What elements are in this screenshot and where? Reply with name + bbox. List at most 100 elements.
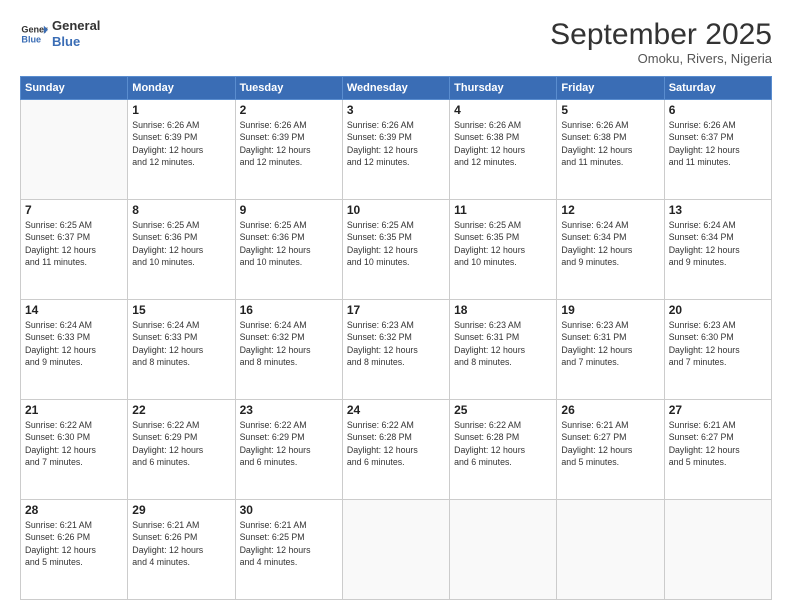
col-header-sunday: Sunday xyxy=(21,77,128,100)
day-number: 19 xyxy=(561,303,659,317)
day-number: 26 xyxy=(561,403,659,417)
day-info: Sunrise: 6:22 AM Sunset: 6:28 PM Dayligh… xyxy=(454,419,552,468)
week-row-2: 7 Sunrise: 6:25 AM Sunset: 6:37 PM Daylig… xyxy=(21,200,772,300)
day-number: 8 xyxy=(132,203,230,217)
day-info: Sunrise: 6:23 AM Sunset: 6:31 PM Dayligh… xyxy=(561,319,659,368)
calendar-cell: 27 Sunrise: 6:21 AM Sunset: 6:27 PM Dayli… xyxy=(664,400,771,500)
day-number: 7 xyxy=(25,203,123,217)
day-number: 16 xyxy=(240,303,338,317)
calendar-cell: 22 Sunrise: 6:22 AM Sunset: 6:29 PM Dayli… xyxy=(128,400,235,500)
calendar-cell: 12Sunrise: 6:24 AM Sunset: 6:34 PM Dayli… xyxy=(557,200,664,300)
day-info: Sunrise: 6:26 AM Sunset: 6:38 PM Dayligh… xyxy=(454,119,552,168)
day-number: 18 xyxy=(454,303,552,317)
day-number: 6 xyxy=(669,103,767,117)
day-info: Sunrise: 6:22 AM Sunset: 6:29 PM Dayligh… xyxy=(132,419,230,468)
day-info: Sunrise: 6:26 AM Sunset: 6:38 PM Dayligh… xyxy=(561,119,659,168)
week-row-5: 28 Sunrise: 6:21 AM Sunset: 6:26 PM Dayli… xyxy=(21,500,772,600)
calendar-cell xyxy=(664,500,771,600)
title-block: September 2025 Omoku, Rivers, Nigeria xyxy=(550,18,772,66)
calendar-cell: 5Sunrise: 6:26 AM Sunset: 6:38 PM Daylig… xyxy=(557,100,664,200)
calendar-cell xyxy=(342,500,449,600)
calendar-table: SundayMondayTuesdayWednesdayThursdayFrid… xyxy=(20,76,772,600)
day-info: Sunrise: 6:21 AM Sunset: 6:27 PM Dayligh… xyxy=(561,419,659,468)
day-info: Sunrise: 6:25 AM Sunset: 6:37 PM Dayligh… xyxy=(25,219,123,268)
calendar-cell: 28 Sunrise: 6:21 AM Sunset: 6:26 PM Dayli… xyxy=(21,500,128,600)
day-info: Sunrise: 6:25 AM Sunset: 6:35 PM Dayligh… xyxy=(347,219,445,268)
day-info: Sunrise: 6:22 AM Sunset: 6:29 PM Dayligh… xyxy=(240,419,338,468)
col-header-monday: Monday xyxy=(128,77,235,100)
day-info: Sunrise: 6:21 AM Sunset: 6:26 PM Dayligh… xyxy=(25,519,123,568)
day-number: 4 xyxy=(454,103,552,117)
day-number: 29 xyxy=(132,503,230,517)
calendar-cell: 10 Sunrise: 6:25 AM Sunset: 6:35 PM Dayli… xyxy=(342,200,449,300)
day-number: 2 xyxy=(240,103,338,117)
calendar-cell: 6 Sunrise: 6:26 AM Sunset: 6:37 PM Daylig… xyxy=(664,100,771,200)
day-number: 28 xyxy=(25,503,123,517)
calendar-cell: 17 Sunrise: 6:23 AM Sunset: 6:32 PM Dayli… xyxy=(342,300,449,400)
day-info: Sunrise: 6:25 AM Sunset: 6:36 PM Dayligh… xyxy=(240,219,338,268)
day-number: 27 xyxy=(669,403,767,417)
day-info: Sunrise: 6:26 AM Sunset: 6:39 PM Dayligh… xyxy=(347,119,445,168)
calendar-cell: 29 Sunrise: 6:21 AM Sunset: 6:26 PM Dayli… xyxy=(128,500,235,600)
calendar-cell: 19 Sunrise: 6:23 AM Sunset: 6:31 PM Dayli… xyxy=(557,300,664,400)
calendar-cell: 21 Sunrise: 6:22 AM Sunset: 6:30 PM Dayli… xyxy=(21,400,128,500)
calendar-cell: 4 Sunrise: 6:26 AM Sunset: 6:38 PM Daylig… xyxy=(450,100,557,200)
calendar-cell: 24 Sunrise: 6:22 AM Sunset: 6:28 PM Dayli… xyxy=(342,400,449,500)
calendar-cell: 23 Sunrise: 6:22 AM Sunset: 6:29 PM Dayli… xyxy=(235,400,342,500)
day-number: 1 xyxy=(132,103,230,117)
day-number: 20 xyxy=(669,303,767,317)
day-info: Sunrise: 6:22 AM Sunset: 6:30 PM Dayligh… xyxy=(25,419,123,468)
calendar-cell: 2 Sunrise: 6:26 AM Sunset: 6:39 PM Daylig… xyxy=(235,100,342,200)
month-title: September 2025 xyxy=(550,18,772,51)
calendar-cell: 7 Sunrise: 6:25 AM Sunset: 6:37 PM Daylig… xyxy=(21,200,128,300)
calendar-cell: 11Sunrise: 6:25 AM Sunset: 6:35 PM Dayli… xyxy=(450,200,557,300)
day-number: 22 xyxy=(132,403,230,417)
calendar-cell xyxy=(557,500,664,600)
day-info: Sunrise: 6:24 AM Sunset: 6:34 PM Dayligh… xyxy=(669,219,767,268)
header: General Blue General Blue September 2025… xyxy=(20,18,772,66)
day-number: 17 xyxy=(347,303,445,317)
day-number: 9 xyxy=(240,203,338,217)
day-info: Sunrise: 6:23 AM Sunset: 6:32 PM Dayligh… xyxy=(347,319,445,368)
day-info: Sunrise: 6:24 AM Sunset: 6:32 PM Dayligh… xyxy=(240,319,338,368)
calendar-cell xyxy=(21,100,128,200)
day-info: Sunrise: 6:23 AM Sunset: 6:30 PM Dayligh… xyxy=(669,319,767,368)
col-header-friday: Friday xyxy=(557,77,664,100)
day-number: 23 xyxy=(240,403,338,417)
week-row-3: 14 Sunrise: 6:24 AM Sunset: 6:33 PM Dayli… xyxy=(21,300,772,400)
day-info: Sunrise: 6:24 AM Sunset: 6:33 PM Dayligh… xyxy=(132,319,230,368)
svg-text:Blue: Blue xyxy=(21,34,41,44)
logo-general: General xyxy=(52,18,100,34)
logo-icon: General Blue xyxy=(20,20,48,48)
day-number: 14 xyxy=(25,303,123,317)
day-number: 10 xyxy=(347,203,445,217)
location-subtitle: Omoku, Rivers, Nigeria xyxy=(550,51,772,66)
col-header-thursday: Thursday xyxy=(450,77,557,100)
calendar-cell: 1Sunrise: 6:26 AM Sunset: 6:39 PM Daylig… xyxy=(128,100,235,200)
logo: General Blue General Blue xyxy=(20,18,100,49)
week-row-4: 21 Sunrise: 6:22 AM Sunset: 6:30 PM Dayli… xyxy=(21,400,772,500)
day-info: Sunrise: 6:26 AM Sunset: 6:37 PM Dayligh… xyxy=(669,119,767,168)
day-number: 3 xyxy=(347,103,445,117)
day-number: 13 xyxy=(669,203,767,217)
calendar-cell: 16 Sunrise: 6:24 AM Sunset: 6:32 PM Dayli… xyxy=(235,300,342,400)
calendar-cell: 20 Sunrise: 6:23 AM Sunset: 6:30 PM Dayli… xyxy=(664,300,771,400)
day-info: Sunrise: 6:25 AM Sunset: 6:36 PM Dayligh… xyxy=(132,219,230,268)
day-number: 21 xyxy=(25,403,123,417)
day-info: Sunrise: 6:26 AM Sunset: 6:39 PM Dayligh… xyxy=(240,119,338,168)
day-info: Sunrise: 6:24 AM Sunset: 6:33 PM Dayligh… xyxy=(25,319,123,368)
day-info: Sunrise: 6:21 AM Sunset: 6:27 PM Dayligh… xyxy=(669,419,767,468)
calendar-cell: 18 Sunrise: 6:23 AM Sunset: 6:31 PM Dayli… xyxy=(450,300,557,400)
day-info: Sunrise: 6:22 AM Sunset: 6:28 PM Dayligh… xyxy=(347,419,445,468)
calendar-cell: 13 Sunrise: 6:24 AM Sunset: 6:34 PM Dayli… xyxy=(664,200,771,300)
calendar-cell: 14 Sunrise: 6:24 AM Sunset: 6:33 PM Dayli… xyxy=(21,300,128,400)
day-number: 24 xyxy=(347,403,445,417)
calendar-cell: 3 Sunrise: 6:26 AM Sunset: 6:39 PM Daylig… xyxy=(342,100,449,200)
col-header-tuesday: Tuesday xyxy=(235,77,342,100)
day-number: 25 xyxy=(454,403,552,417)
calendar-cell: 8 Sunrise: 6:25 AM Sunset: 6:36 PM Daylig… xyxy=(128,200,235,300)
day-info: Sunrise: 6:21 AM Sunset: 6:26 PM Dayligh… xyxy=(132,519,230,568)
day-number: 12 xyxy=(561,203,659,217)
day-info: Sunrise: 6:23 AM Sunset: 6:31 PM Dayligh… xyxy=(454,319,552,368)
col-header-saturday: Saturday xyxy=(664,77,771,100)
